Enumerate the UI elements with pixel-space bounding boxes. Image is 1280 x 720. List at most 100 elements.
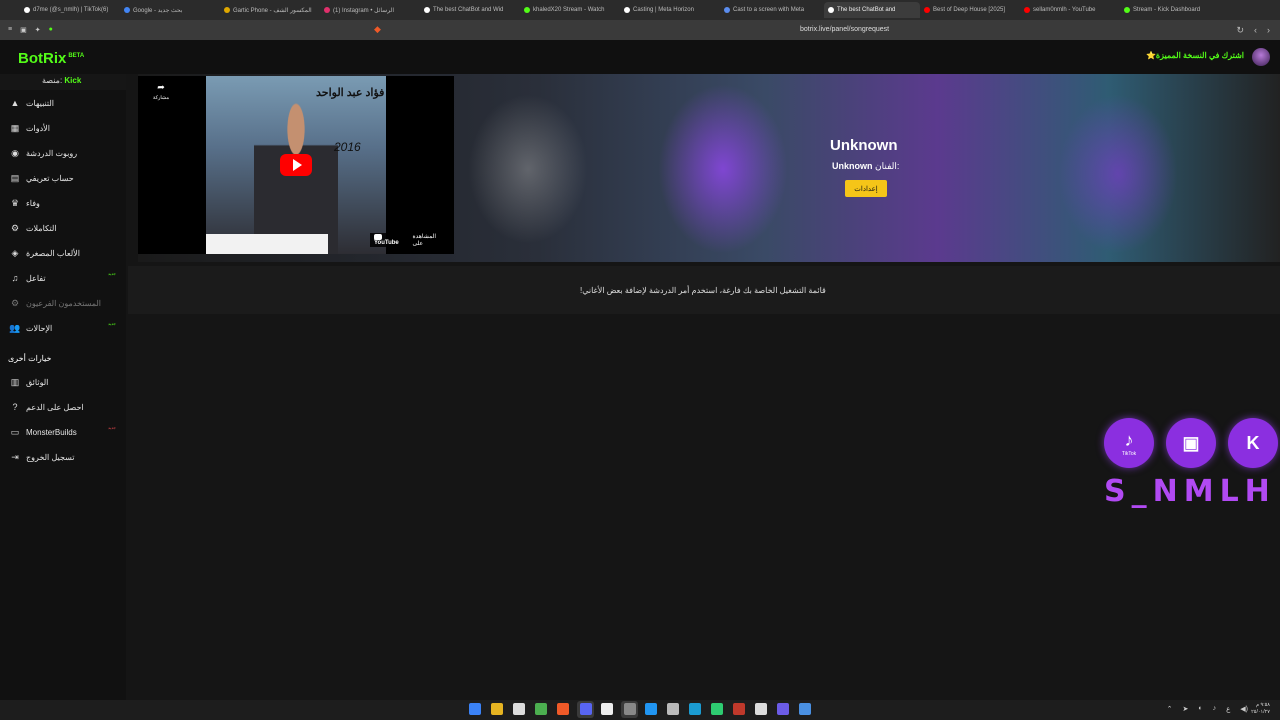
app-icon-blue[interactable]	[645, 703, 657, 715]
tab-favicon-icon	[724, 7, 730, 13]
app-icon-green[interactable]	[535, 703, 547, 715]
app-icon-white[interactable]	[601, 703, 613, 715]
shield-check-icon[interactable]: ●	[49, 26, 53, 34]
lock-app-icon[interactable]	[711, 703, 723, 715]
sidebar-item-label: احصل على الدعم	[26, 402, 84, 412]
sidebar-item-label: الألعاب المصغرة	[26, 248, 80, 258]
logout-icon: ⇥	[11, 451, 19, 462]
steam-icon[interactable]	[689, 703, 701, 715]
browser-tab[interactable]: Casting | Meta Horizon	[624, 2, 720, 18]
watch-on-youtube-button[interactable]: YouTube المشاهدة على	[370, 233, 452, 247]
sidebar-item[interactable]: ♫ تفاعل	[10, 273, 46, 283]
alert-triangle-icon: ▲	[10, 98, 20, 108]
start-icon[interactable]	[469, 703, 481, 715]
grid-app-icon[interactable]	[667, 703, 679, 715]
notepad-icon[interactable]	[513, 703, 525, 715]
browser-tab[interactable]: Google - بحث جديد	[124, 2, 220, 18]
robot-icon: ◉	[11, 147, 19, 158]
watch-on-label: المشاهدة على	[412, 234, 437, 247]
sidebar-item[interactable]: ▦ الأدوات	[10, 123, 50, 133]
sidebar-toggle-icon[interactable]: ≡	[8, 26, 12, 34]
tab-label: sellam0nmlh - YouTube	[1033, 7, 1096, 13]
sidebar-item-label: الإحالات	[26, 323, 53, 333]
file-explorer-icon[interactable]	[491, 703, 503, 715]
browser-tab[interactable]: Stream - Kick Dashboard	[1124, 2, 1220, 18]
tray-mic-icon: ♪	[1212, 705, 1217, 712]
share-button[interactable]: ➦ مشاركة	[151, 82, 171, 101]
sidebar-item-label: تسجيل الخروج	[26, 452, 75, 462]
sidebar-item-label: تفاعل	[26, 273, 46, 283]
tray-language-icon: ع	[1226, 706, 1231, 713]
trophy-icon: ♛	[10, 197, 20, 208]
user-avatar[interactable]	[1252, 48, 1270, 66]
settings-button[interactable]: إعدادات	[845, 180, 887, 197]
discord-icon[interactable]	[580, 703, 592, 715]
users-icon: 👥	[9, 322, 21, 333]
settings-app-icon[interactable]	[755, 703, 767, 715]
system-tray[interactable]: ⌃ ➤ ◐ ♪ ع ◀)	[1167, 705, 1248, 713]
record-app-icon[interactable]	[733, 703, 745, 715]
twitch-icon: ▣	[1166, 418, 1216, 468]
song-artist: Unknown الفنان:	[832, 161, 899, 172]
tray-app-icon: ➤	[1182, 706, 1189, 713]
obs-icon[interactable]	[624, 703, 636, 715]
sidebar-item[interactable]: ♛ وفاء	[10, 198, 40, 208]
beta-badge: BETA	[68, 53, 85, 59]
sidebar-other-item[interactable]: ? احصل على الدعم	[10, 402, 84, 412]
app-icon-diamond[interactable]	[799, 703, 811, 715]
sidebar-item-label: التنبيهات	[26, 98, 54, 108]
browser-tab[interactable]: Cast to a screen with Meta	[724, 2, 820, 18]
tab-label: Casting | Meta Horizon	[633, 7, 694, 13]
thumb-label-strip	[206, 234, 328, 254]
sidebar-item[interactable]: ⚙ المستخدمون الفرعيون	[10, 298, 101, 308]
back-icon[interactable]: ‹	[1254, 25, 1257, 36]
sidebar-item-label: وفاء	[26, 198, 40, 208]
app-header	[0, 40, 1280, 74]
tray-volume-icon: ◀)	[1240, 706, 1248, 713]
premium-subscribe-link[interactable]: اشترك في النسخة المميزة⭐	[1146, 51, 1244, 60]
browser-tab-bar: d7me (@s_nmlh) | TikTok(6) Google - بحث ج…	[0, 0, 1280, 20]
artist-label: الفنان:	[875, 161, 900, 171]
sidebar-item[interactable]: ⚙ التكاملات	[10, 223, 57, 233]
social-overlay: ♪ TikTok ▣ K S_NMLH	[1104, 418, 1280, 518]
song-title: Unknown	[830, 137, 898, 154]
browser-tab[interactable]: The best ChatBot and	[824, 2, 920, 18]
taskbar-clock[interactable]: ٩:٥٨ م ٢٥/٠١/٢٧	[1251, 702, 1270, 716]
browser-tab[interactable]: d7me (@s_nmlh) | TikTok(6)	[24, 2, 120, 18]
url-field[interactable]: botrix.live/panel/songrequest	[800, 26, 889, 33]
browser-tab[interactable]: khaledX20 Stream - Watch	[524, 2, 620, 18]
windows-taskbar	[0, 700, 1280, 720]
forward-icon[interactable]: ›	[1267, 25, 1270, 36]
other-options-header: خيارات أخرى	[8, 353, 52, 363]
sidebar-other-item[interactable]: ▥ الوثائق	[10, 377, 49, 387]
sidebar-item[interactable]: ▲ التنبيهات	[10, 98, 54, 108]
tab-label: Google - بحث جديد	[133, 7, 183, 14]
empty-queue-message: قائمة التشغيل الخاصة بك فارغة، استخدم أم…	[580, 286, 826, 295]
sidebar-other-item[interactable]: ▭ MonsterBuilds	[10, 427, 77, 437]
browser-tab[interactable]: (1) Instagram • الرسائل	[324, 2, 420, 18]
sidebar-other-item[interactable]: ⇥ تسجيل الخروج	[10, 451, 75, 462]
browser-tab[interactable]: sellam0nmlh - YouTube	[1024, 2, 1120, 18]
sidebar-item[interactable]: 👥 الإحالات	[9, 322, 53, 333]
sidebar-item[interactable]: ◉ روبوت الدردشة	[10, 148, 77, 158]
botrix-logo[interactable]: BotRix BETA	[18, 50, 84, 67]
sidebar-item[interactable]: ▤ حساب تعريفي	[10, 173, 74, 183]
id-card-icon: ▤	[10, 172, 20, 183]
tab-favicon-icon	[524, 7, 530, 13]
browser-tab[interactable]: Gartic Phone - المكسور الشف	[224, 2, 320, 18]
brave-shield-icon[interactable]: ◆	[374, 24, 381, 35]
tab-label: Best of Deep House [2025]	[933, 7, 1006, 13]
extensions-icon[interactable]: ✦	[35, 26, 41, 34]
browser-tab[interactable]: Best of Deep House [2025]	[924, 2, 1020, 18]
play-button[interactable]	[280, 154, 312, 176]
gamepad-icon: ◈	[11, 247, 19, 258]
app-icon-purple[interactable]	[777, 703, 789, 715]
sidebar-item[interactable]: ◈ الألعاب المصغرة	[10, 248, 80, 258]
window-icon[interactable]: ▣	[20, 26, 27, 34]
browser-tab[interactable]: The best ChatBot and Wid	[424, 2, 520, 18]
tray-network-icon: ◐	[1198, 705, 1203, 712]
tab-favicon-icon	[624, 7, 630, 13]
integrations-icon: ⚙	[10, 222, 20, 233]
reload-icon[interactable]: ↻	[1236, 25, 1244, 36]
brave-browser-icon[interactable]	[557, 703, 569, 715]
